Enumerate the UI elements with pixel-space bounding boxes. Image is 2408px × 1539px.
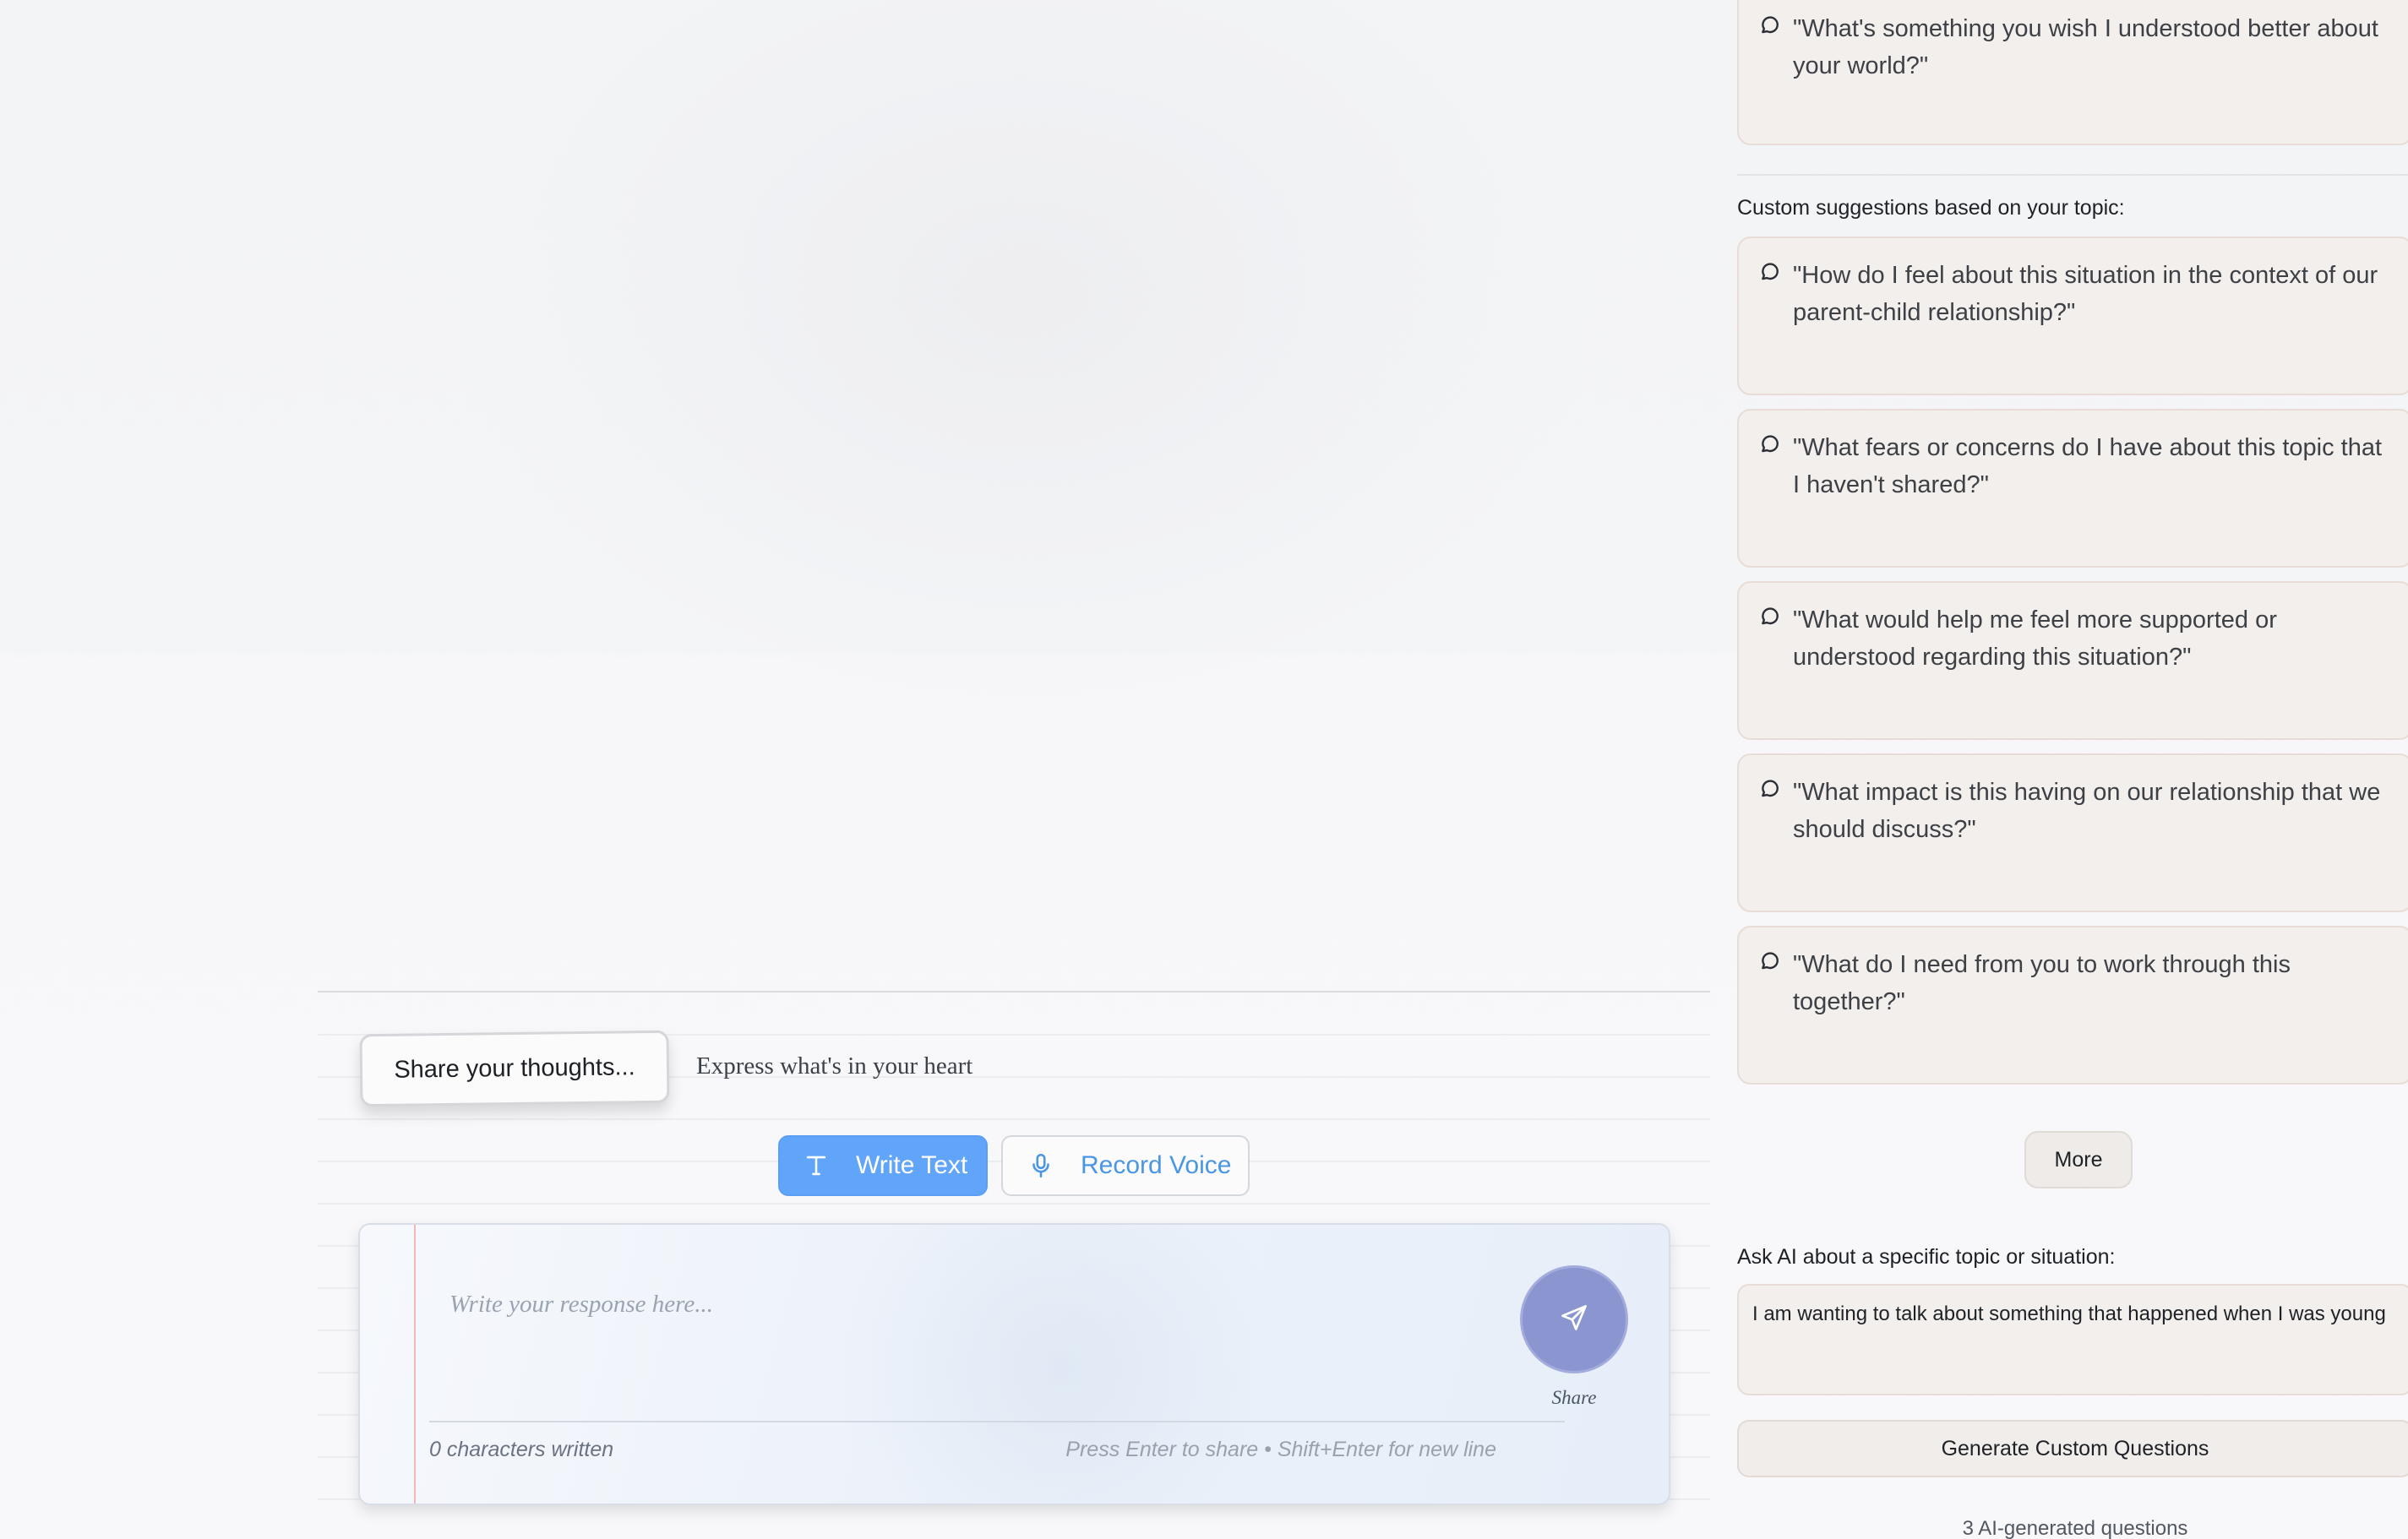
speech-bubble-icon bbox=[1759, 606, 1781, 628]
send-icon bbox=[1559, 1302, 1589, 1337]
write-text-label: Write Text bbox=[856, 1151, 968, 1179]
write-text-button[interactable]: Write Text bbox=[778, 1135, 988, 1196]
more-button[interactable]: More bbox=[2024, 1131, 2133, 1188]
response-input[interactable] bbox=[449, 1279, 1210, 1330]
response-composer: 0 characters written Press Enter to shar… bbox=[358, 1223, 1670, 1505]
topic-input[interactable]: I am wanting to talk about something tha… bbox=[1737, 1284, 2408, 1395]
question-text: "What would help me feel more supported … bbox=[1793, 606, 2277, 671]
speech-bubble-icon bbox=[1759, 15, 1781, 37]
question-text: "How do I feel about this situation in t… bbox=[1793, 262, 2378, 326]
speech-bubble-icon bbox=[1759, 262, 1781, 284]
keyboard-hint: Press Enter to share • Shift+Enter for n… bbox=[1065, 1438, 1496, 1461]
question-text: "What's something you wish I understood … bbox=[1793, 15, 2378, 79]
generate-custom-questions-button[interactable]: Generate Custom Questions bbox=[1737, 1420, 2408, 1477]
speech-bubble-icon bbox=[1759, 951, 1781, 973]
custom-question-card[interactable]: "What fears or concerns do I have about … bbox=[1737, 409, 2408, 568]
question-text: "What fears or concerns do I have about … bbox=[1793, 434, 2383, 498]
margin-line bbox=[414, 1225, 416, 1504]
speech-bubble-icon bbox=[1759, 434, 1781, 456]
custom-question-card[interactable]: "What do I need from you to work through… bbox=[1737, 926, 2408, 1085]
speech-bubble-icon bbox=[1759, 779, 1781, 801]
character-count: 0 characters written bbox=[429, 1438, 614, 1461]
suggested-question-card[interactable]: "What's something you wish I understood … bbox=[1737, 0, 2408, 145]
record-voice-label: Record Voice bbox=[1081, 1151, 1232, 1179]
custom-question-card[interactable]: "What impact is this having on our relat… bbox=[1737, 753, 2408, 912]
sidebar-divider bbox=[1737, 174, 2408, 176]
section-divider bbox=[318, 991, 1710, 992]
ask-ai-heading: Ask AI about a specific topic or situati… bbox=[1737, 1245, 2116, 1269]
share-label: Share bbox=[1551, 1387, 1597, 1408]
question-text: "What impact is this having on our relat… bbox=[1793, 779, 2381, 843]
share-subtitle: Express what's in your heart bbox=[696, 1052, 973, 1079]
share-thoughts-chip: Share your thoughts... bbox=[359, 1030, 670, 1107]
composer-rule bbox=[429, 1421, 1565, 1422]
microphone-icon bbox=[1027, 1151, 1055, 1180]
question-text: "What do I need from you to work through… bbox=[1793, 951, 2291, 1015]
custom-question-card[interactable]: "What would help me feel more supported … bbox=[1737, 581, 2408, 740]
custom-suggestions-heading: Custom suggestions based on your topic: bbox=[1737, 196, 2125, 220]
record-voice-button[interactable]: Record Voice bbox=[1001, 1135, 1250, 1196]
text-icon bbox=[802, 1151, 831, 1180]
ai-question-count: 3 AI-generated questions bbox=[1962, 1517, 2188, 1539]
composer-glow bbox=[799, 1225, 1323, 1504]
suggestions-sidebar: "What's something you wish I understood … bbox=[1737, 0, 2408, 1539]
share-thoughts-label: Share your thoughts... bbox=[394, 1052, 635, 1084]
custom-question-card[interactable]: "How do I feel about this situation in t… bbox=[1737, 237, 2408, 395]
share-send-button[interactable] bbox=[1520, 1265, 1628, 1373]
background-glow bbox=[439, 0, 1605, 718]
